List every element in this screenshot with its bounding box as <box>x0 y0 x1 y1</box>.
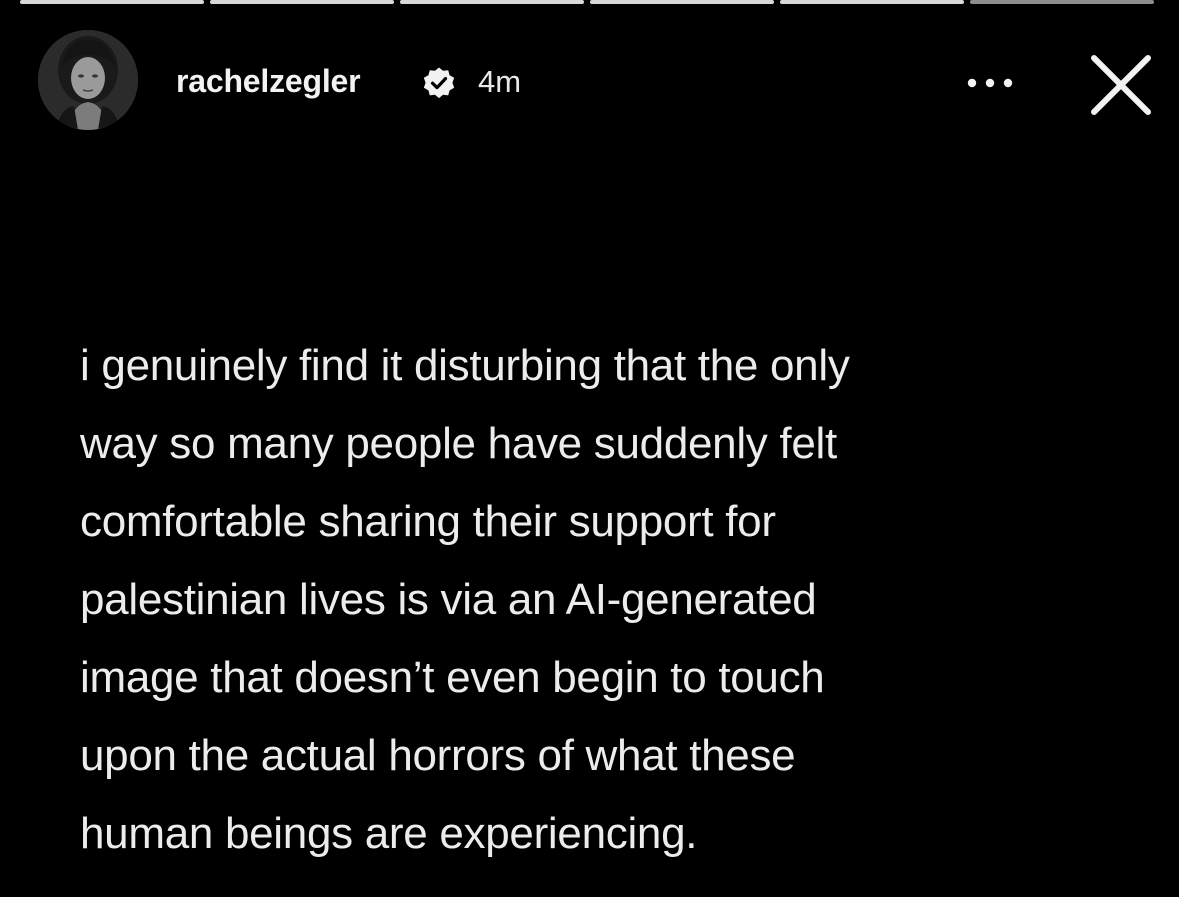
progress-segment-current <box>970 0 1154 4</box>
caption-line: image that doesn’t even begin to touch <box>80 653 825 702</box>
caption-line: upon the actual horrors of what these <box>80 731 796 780</box>
story-header: rachelzegler 4m <box>38 30 1155 130</box>
story-timestamp: 4m <box>478 64 522 99</box>
progress-segment <box>20 0 204 4</box>
verified-badge-icon <box>423 67 455 99</box>
caption-line: palestinian lives is via an AI-generated <box>80 575 817 624</box>
avatar[interactable] <box>38 30 138 130</box>
caption-line: human beings are experiencing. <box>80 809 698 858</box>
caption-line: way so many people have suddenly felt <box>80 419 837 468</box>
progress-segment <box>780 0 964 4</box>
story-progress-bar <box>20 0 1154 4</box>
avatar-image <box>38 30 138 130</box>
close-icon[interactable] <box>1088 50 1154 116</box>
more-options-icon[interactable] <box>966 64 1014 94</box>
progress-segment <box>590 0 774 4</box>
username[interactable]: rachelzegler <box>176 63 361 100</box>
caption-line: i genuinely find it disturbing that the … <box>80 341 850 390</box>
progress-segment <box>210 0 394 4</box>
progress-segment <box>400 0 584 4</box>
caption-line: comfortable sharing their support for <box>80 497 776 546</box>
story-caption: i genuinely find it disturbing that the … <box>80 327 1080 873</box>
